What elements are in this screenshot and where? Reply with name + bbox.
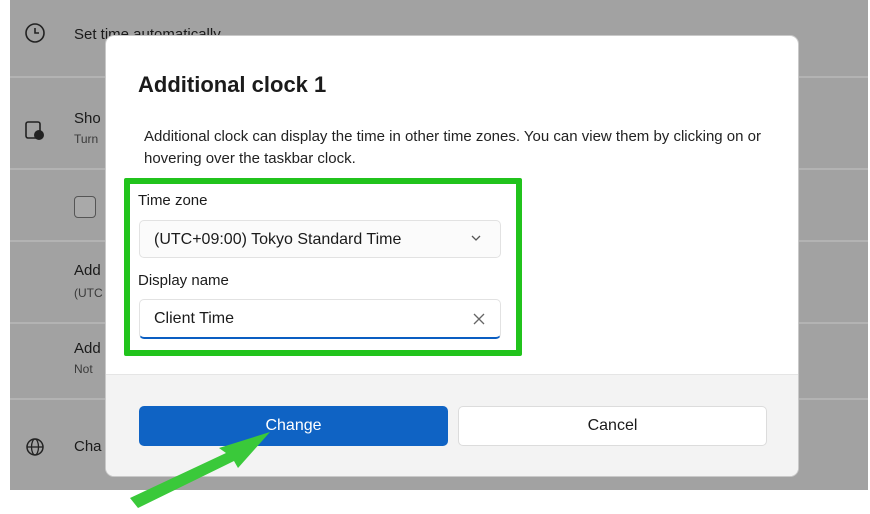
dialog-description: Additional clock can display the time in… <box>144 128 761 167</box>
highlight-box <box>124 178 522 356</box>
additional-clock-1-label: Add <box>74 262 101 279</box>
additional-clock-2-sublabel: Not <box>74 362 93 376</box>
globe-icon <box>26 438 44 456</box>
show-time-label: Sho <box>74 110 101 127</box>
background-checkbox <box>74 196 96 218</box>
calendar-clock-icon <box>25 121 44 140</box>
additional-clock-2-label: Add <box>74 340 101 357</box>
change-button[interactable]: Change <box>139 406 448 446</box>
show-time-sublabel: Turn <box>74 132 99 146</box>
cancel-button[interactable]: Cancel <box>458 406 767 446</box>
dialog-footer: Change Cancel <box>106 374 798 476</box>
change-language-label: Cha <box>74 438 102 455</box>
clock-icon <box>25 23 45 43</box>
dialog-title: Additional clock 1 <box>138 72 327 97</box>
additional-clock-dialog: Additional clock 1 Additional clock can … <box>106 36 798 476</box>
additional-clock-1-sublabel: (UTC <box>74 286 103 300</box>
